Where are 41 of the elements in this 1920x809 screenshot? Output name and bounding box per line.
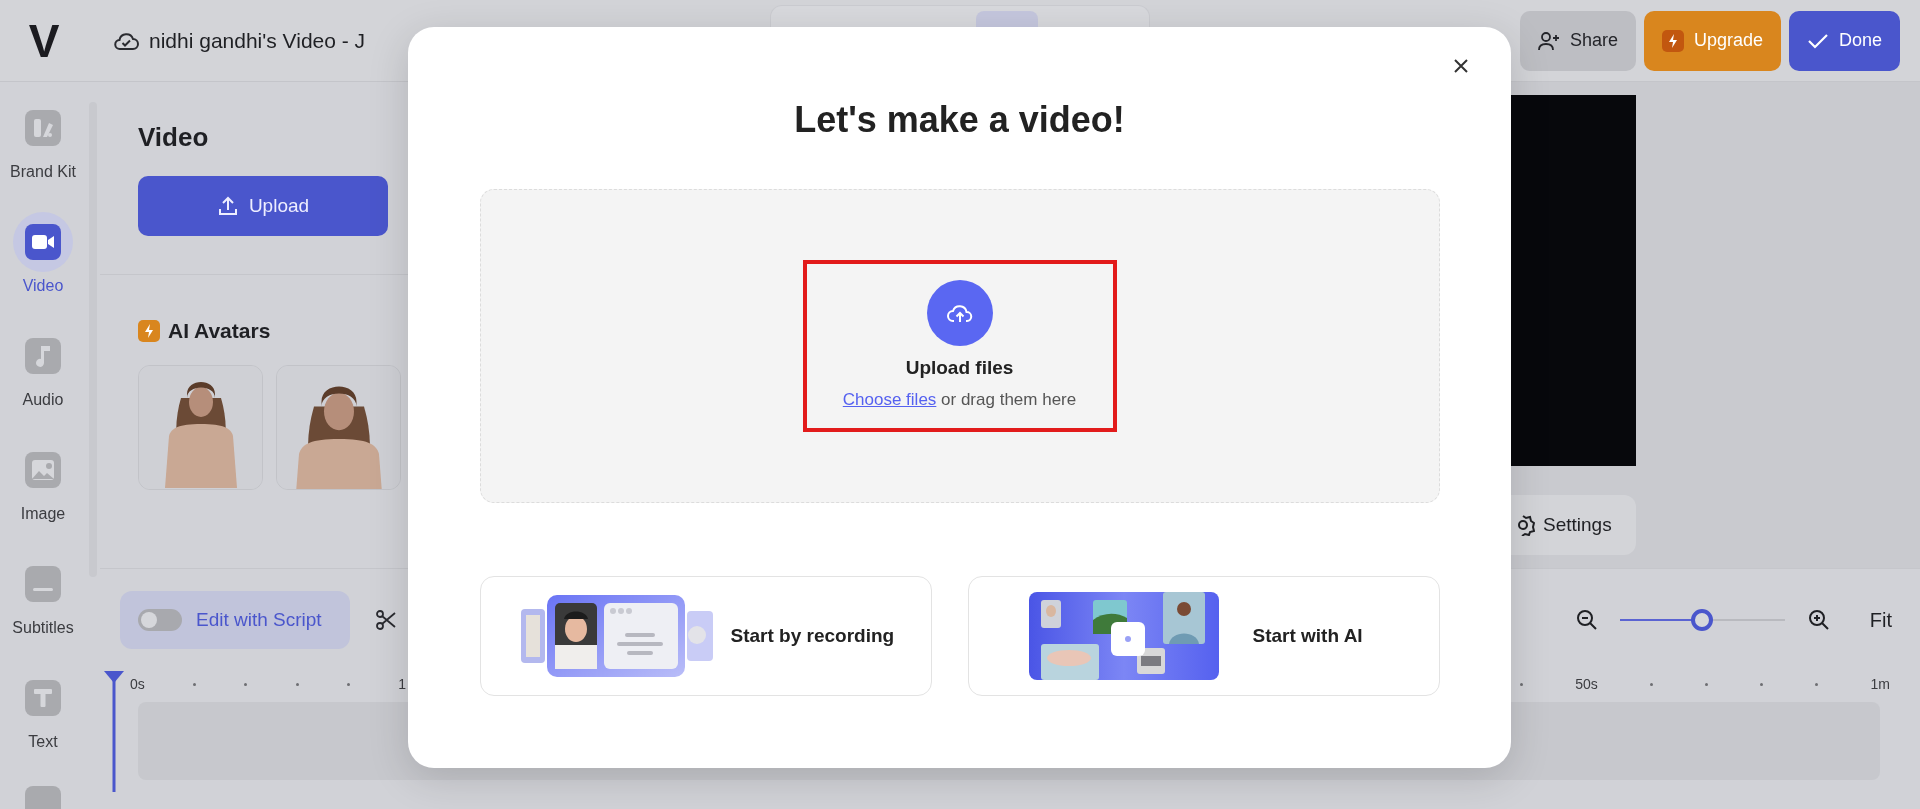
upload-heading: Upload files bbox=[905, 356, 1014, 380]
choose-files-link[interactable]: Choose files bbox=[842, 389, 937, 409]
sidebar-item[interactable]: Text bbox=[28, 732, 58, 752]
settings-icon bbox=[1515, 514, 1535, 536]
done-button[interactable]: Done bbox=[1788, 10, 1900, 71]
scissors-icon[interactable] bbox=[376, 610, 396, 630]
upload-icon bbox=[216, 195, 239, 217]
sidebar-item[interactable]: Video bbox=[22, 276, 64, 296]
time-label: 50s bbox=[1575, 676, 1598, 692]
sidebar-item[interactable]: Subtitles bbox=[12, 618, 74, 638]
close-icon bbox=[1453, 58, 1469, 74]
sidebar-item[interactable]: Audio bbox=[22, 390, 64, 410]
lightning-icon bbox=[138, 319, 160, 342]
time-label: 1 bbox=[398, 676, 406, 692]
video-camera-icon[interactable] bbox=[25, 224, 61, 260]
lightning-icon bbox=[1661, 29, 1684, 52]
start-with-ai-card[interactable]: Start with AI bbox=[967, 576, 1440, 696]
panel-title: Video bbox=[138, 122, 210, 152]
section-title: AI Avatars bbox=[168, 318, 271, 344]
toggle-switch[interactable] bbox=[138, 609, 182, 631]
time-label: 0s bbox=[130, 676, 145, 692]
modal-title: Let's make a video! bbox=[794, 100, 1125, 140]
upload-hint: Choose files or drag them here bbox=[842, 388, 1077, 411]
drop-zone[interactable]: Upload files Choose files or drag them here bbox=[479, 189, 1440, 503]
zoom-slider[interactable] bbox=[1619, 609, 1785, 631]
settings-button[interactable]: Settings bbox=[1511, 495, 1636, 555]
start-recording-card[interactable]: Start by recording bbox=[479, 576, 932, 696]
time-label: 1m bbox=[1870, 676, 1890, 692]
sidebar-item[interactable]: Image bbox=[20, 504, 66, 524]
upload-button[interactable]: Upload bbox=[138, 176, 388, 236]
cloud-upload-icon bbox=[945, 302, 974, 324]
check-icon bbox=[1806, 31, 1829, 50]
sidebar-item[interactable]: Brand Kit bbox=[10, 162, 76, 182]
add-person-icon bbox=[1537, 30, 1560, 51]
zoom-in-icon[interactable] bbox=[1807, 609, 1830, 631]
cloud-icon bbox=[113, 30, 139, 51]
project-title[interactable]: nidhi gandhi's Video - J bbox=[149, 24, 366, 57]
fit-button[interactable]: Fit bbox=[1869, 605, 1892, 635]
app-logo[interactable]: V bbox=[0, 17, 86, 64]
share-button[interactable]: Share bbox=[1519, 10, 1636, 71]
zoom-out-icon[interactable] bbox=[1575, 609, 1598, 631]
